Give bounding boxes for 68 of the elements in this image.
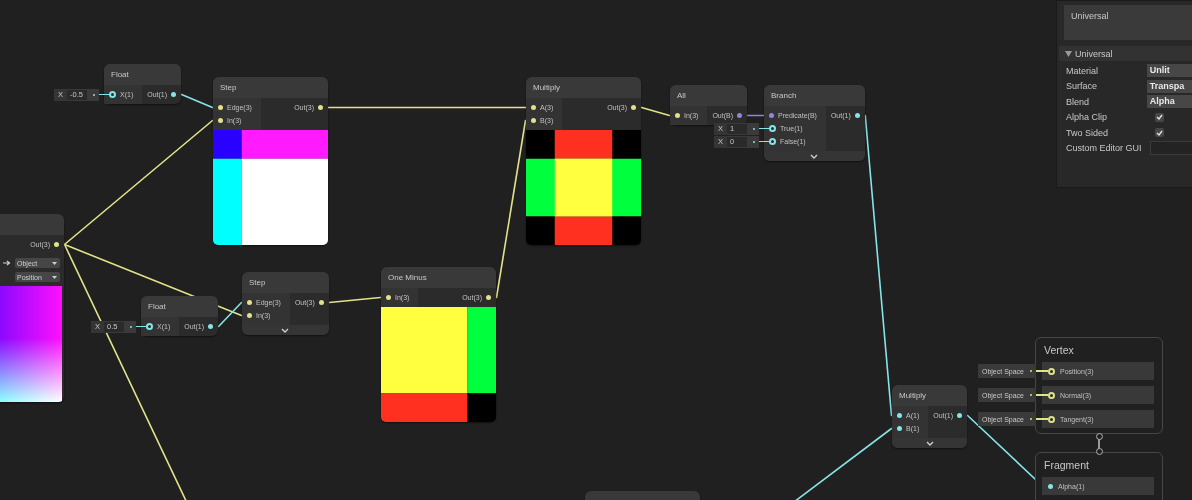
field-label: Blend [1066, 96, 1091, 107]
field-label: Surface [1066, 81, 1099, 92]
port-handle[interactable] [897, 413, 902, 418]
port-handle[interactable] [247, 300, 252, 305]
port-handle[interactable] [109, 91, 116, 98]
connector-line [1036, 370, 1048, 372]
field-label: Custom Editor GUI [1066, 143, 1143, 154]
port-handle[interactable] [737, 113, 743, 118]
context-title: Vertex [1043, 344, 1075, 356]
node-title: Float [148, 302, 166, 311]
connector-line [759, 140, 769, 143]
port-handle[interactable] [1048, 483, 1053, 489]
context-title: Fragment [1043, 459, 1090, 471]
port-handle[interactable] [769, 113, 774, 118]
node-title: All [677, 91, 686, 100]
port-handle[interactable] [531, 118, 536, 123]
expand-button[interactable] [892, 438, 968, 448]
checkbox[interactable] [1155, 112, 1164, 122]
chevron-icon [810, 153, 819, 159]
node-title: Step [249, 278, 266, 287]
connector-line [136, 325, 146, 328]
checkbox[interactable] [1155, 128, 1164, 138]
chevron-icon [281, 327, 290, 333]
port-handle[interactable] [218, 118, 223, 123]
port-handle[interactable] [675, 113, 680, 118]
port-handle[interactable] [247, 313, 252, 318]
arrow-icon [3, 260, 11, 266]
port-handle[interactable] [318, 105, 323, 110]
node-title: Multiply [533, 83, 561, 92]
field-label: Material [1066, 65, 1099, 76]
dropdown[interactable]: Alpha [1146, 95, 1192, 109]
caret-icon [52, 261, 57, 265]
port-handle[interactable] [208, 324, 214, 329]
dropdown[interactable]: Transpa [1146, 79, 1192, 93]
port-handle[interactable] [386, 295, 391, 300]
node-title: Step [220, 83, 237, 92]
field-label: Two Sided [1066, 127, 1110, 138]
chevron-icon [925, 440, 934, 446]
port-handle[interactable] [318, 300, 324, 305]
port-handle[interactable] [146, 323, 153, 330]
port-handle[interactable] [897, 426, 902, 431]
triangle-icon [1065, 50, 1072, 57]
port-handle[interactable] [218, 105, 223, 110]
port-handle[interactable] [769, 138, 776, 145]
field-label: Alpha Clip [1066, 112, 1109, 123]
port-handle[interactable] [1048, 391, 1055, 399]
port-handle[interactable] [1048, 367, 1055, 375]
port-handle[interactable] [631, 105, 636, 110]
port-handle[interactable] [171, 92, 177, 97]
connector-line [1036, 418, 1048, 420]
node-title: Float [111, 70, 129, 79]
connector-line [1036, 394, 1048, 396]
port-handle[interactable] [854, 113, 860, 118]
connector-line [99, 93, 109, 96]
port-handle[interactable] [769, 125, 776, 132]
port-handle[interactable] [957, 413, 963, 418]
section-header[interactable]: Universal [1059, 46, 1192, 61]
target-field[interactable]: Universal [1064, 5, 1192, 40]
node-title: One Minus [388, 273, 427, 282]
dropdown[interactable]: Unlit [1146, 64, 1192, 78]
node-title: Branch [771, 91, 797, 100]
port-handle[interactable] [486, 295, 491, 300]
caret-icon [52, 275, 57, 279]
port-handle[interactable] [54, 242, 59, 247]
port-handle[interactable] [1048, 415, 1055, 423]
port-handle[interactable] [531, 105, 536, 110]
connector-line [759, 127, 769, 130]
node-title: Multiply [899, 391, 927, 400]
